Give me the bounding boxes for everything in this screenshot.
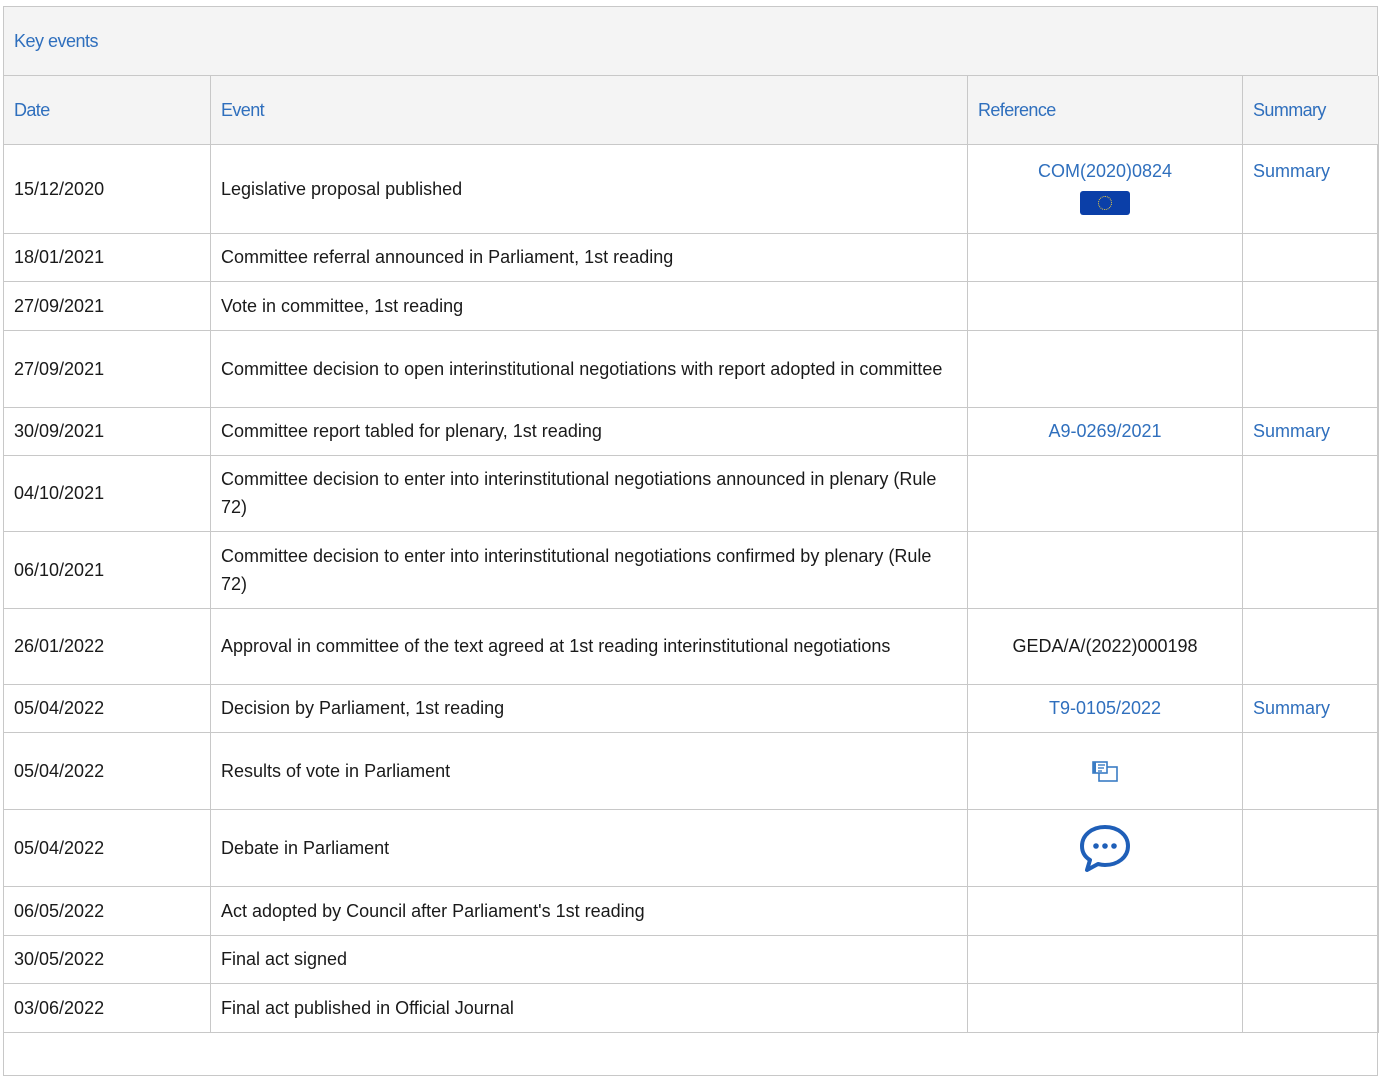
key-events-panel: Key events Date Event Reference Summary … — [3, 6, 1379, 1076]
cell-reference — [967, 885, 1243, 936]
table-row: 18/01/2021 Committee referral announced … — [3, 232, 1379, 282]
cell-reference — [967, 530, 1243, 609]
cell-reference — [967, 731, 1243, 810]
cell-summary — [1242, 280, 1379, 331]
table-row: 26/01/2022 Approval in committee of the … — [3, 607, 1379, 685]
cell-date: 05/04/2022 — [3, 731, 211, 810]
table-row: 30/05/2022 Final act signed — [3, 934, 1379, 984]
cell-event: Vote in committee, 1st reading — [210, 280, 968, 331]
summary-link[interactable]: Summary — [1253, 421, 1330, 441]
cell-summary — [1242, 329, 1379, 408]
reference-link[interactable]: T9-0105/2022 — [1049, 698, 1161, 718]
cell-event: Committee decision to open interinstitut… — [210, 329, 968, 408]
reference-link[interactable]: A9-0269/2021 — [1048, 421, 1161, 441]
cell-summary — [1242, 454, 1379, 532]
cell-event: Committee decision to enter into interin… — [210, 454, 968, 532]
cell-summary — [1242, 607, 1379, 685]
summary-link[interactable]: Summary — [1253, 698, 1330, 718]
vote-results-icon[interactable] — [1087, 756, 1123, 786]
cell-event: Committee referral announced in Parliame… — [210, 232, 968, 282]
table-row: 03/06/2022 Final act published in Offici… — [3, 982, 1379, 1033]
cell-event: Approval in committee of the text agreed… — [210, 607, 968, 685]
key-events-table: Date Event Reference Summary 15/12/2020 … — [3, 76, 1379, 1033]
cell-event: Act adopted by Council after Parliament'… — [210, 885, 968, 936]
cell-summary — [1242, 885, 1379, 936]
reference-link[interactable]: COM(2020)0824 — [1038, 161, 1172, 181]
summary-link[interactable]: Summary — [1253, 161, 1330, 181]
cell-summary: Summary — [1242, 406, 1379, 456]
cell-reference: T9-0105/2022 — [967, 683, 1243, 733]
cell-event: Results of vote in Parliament — [210, 731, 968, 810]
cell-reference — [967, 982, 1243, 1033]
cell-reference — [967, 280, 1243, 331]
cell-date: 30/09/2021 — [3, 406, 211, 456]
cell-date: 06/10/2021 — [3, 530, 211, 609]
cell-reference: A9-0269/2021 — [967, 406, 1243, 456]
cell-reference: COM(2020)0824 — [967, 143, 1243, 234]
cell-summary — [1242, 530, 1379, 609]
cell-event: Decision by Parliament, 1st reading — [210, 683, 968, 733]
cell-summary: Summary — [1242, 143, 1379, 234]
column-header-date[interactable]: Date — [3, 76, 211, 145]
column-header-reference[interactable]: Reference — [967, 76, 1243, 145]
cell-event: Debate in Parliament — [210, 808, 968, 887]
cell-reference: GEDA/A/(2022)000198 — [967, 607, 1243, 685]
cell-event: Legislative proposal published — [210, 143, 968, 234]
table-row: 04/10/2021 Committee decision to enter i… — [3, 454, 1379, 532]
cell-date: 04/10/2021 — [3, 454, 211, 532]
cell-summary — [1242, 934, 1379, 984]
cell-event: Committee decision to enter into interin… — [210, 530, 968, 609]
cell-reference — [967, 329, 1243, 408]
cell-date: 06/05/2022 — [3, 885, 211, 936]
cell-date: 18/01/2021 — [3, 232, 211, 282]
cell-summary — [1242, 982, 1379, 1033]
cell-reference — [967, 934, 1243, 984]
cell-summary — [1242, 232, 1379, 282]
cell-event: Final act published in Official Journal — [210, 982, 968, 1033]
table-row: 15/12/2020 Legislative proposal publishe… — [3, 143, 1379, 234]
table-row: 27/09/2021 Vote in committee, 1st readin… — [3, 280, 1379, 331]
cell-reference — [967, 808, 1243, 887]
panel-title: Key events — [4, 7, 1377, 76]
table-row: 06/10/2021 Committee decision to enter i… — [3, 530, 1379, 609]
table-row: 05/04/2022 Debate in Parliament — [3, 808, 1379, 887]
cell-date: 27/09/2021 — [3, 329, 211, 408]
cell-summary: Summary — [1242, 683, 1379, 733]
table-row: 06/05/2022 Act adopted by Council after … — [3, 885, 1379, 936]
cell-date: 30/05/2022 — [3, 934, 211, 984]
table-row: 27/09/2021 Committee decision to open in… — [3, 329, 1379, 408]
cell-reference — [967, 232, 1243, 282]
cell-date: 05/04/2022 — [3, 808, 211, 887]
column-header-event[interactable]: Event — [210, 76, 968, 145]
cell-event: Final act signed — [210, 934, 968, 984]
table-header-row: Date Event Reference Summary — [3, 76, 1379, 145]
debate-chat-icon[interactable] — [1077, 822, 1133, 874]
cell-date: 03/06/2022 — [3, 982, 211, 1033]
column-header-summary[interactable]: Summary — [1242, 76, 1379, 145]
cell-reference — [967, 454, 1243, 532]
cell-summary — [1242, 808, 1379, 887]
cell-date: 27/09/2021 — [3, 280, 211, 331]
table-row: 30/09/2021 Committee report tabled for p… — [3, 406, 1379, 456]
cell-date: 15/12/2020 — [3, 143, 211, 234]
eu-flag-icon[interactable] — [1080, 190, 1130, 215]
cell-summary — [1242, 731, 1379, 810]
cell-date: 26/01/2022 — [3, 607, 211, 685]
table-row: 05/04/2022 Results of vote in Parliament — [3, 731, 1379, 810]
table-row: 05/04/2022 Decision by Parliament, 1st r… — [3, 683, 1379, 733]
cell-event: Committee report tabled for plenary, 1st… — [210, 406, 968, 456]
cell-date: 05/04/2022 — [3, 683, 211, 733]
